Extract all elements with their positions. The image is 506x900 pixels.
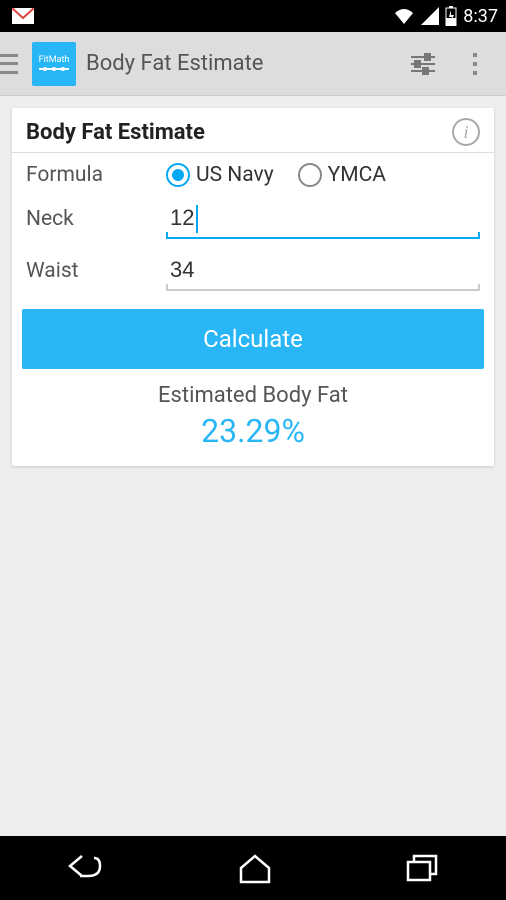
formula-label: Formula: [26, 163, 166, 187]
radio-label: YMCA: [328, 163, 386, 187]
home-button[interactable]: [237, 852, 273, 884]
back-icon: [66, 852, 106, 884]
radio-icon: [166, 163, 190, 187]
waist-label: Waist: [26, 259, 166, 283]
radio-ymca[interactable]: YMCA: [298, 163, 386, 187]
radio-us-navy[interactable]: US Navy: [166, 163, 274, 187]
waist-row: Waist: [12, 241, 494, 293]
home-icon: [237, 852, 273, 884]
waist-input[interactable]: [166, 251, 480, 291]
content-area: Body Fat Estimate i Formula US Navy YMCA…: [0, 96, 506, 478]
calculate-button[interactable]: Calculate: [22, 309, 484, 369]
battery-icon: [445, 6, 457, 26]
settings-sliders-button[interactable]: [402, 43, 444, 85]
back-button[interactable]: [66, 852, 106, 884]
gmail-icon: [12, 8, 34, 24]
sliders-icon: [409, 50, 437, 78]
signal-icon: [421, 7, 439, 25]
info-button[interactable]: i: [452, 118, 480, 146]
recents-icon: [404, 852, 440, 884]
page-title: Body Fat Estimate: [86, 51, 392, 76]
recents-button[interactable]: [404, 852, 440, 884]
neck-label: Neck: [26, 207, 166, 231]
neck-input[interactable]: [166, 199, 480, 239]
app-icon: FitMath: [32, 42, 76, 86]
menu-button[interactable]: [0, 54, 22, 74]
result-value: 23.29%: [12, 412, 494, 450]
body-fat-card: Body Fat Estimate i Formula US Navy YMCA…: [12, 108, 494, 466]
text-cursor: [196, 205, 198, 233]
status-bar: 8:37: [0, 0, 506, 32]
radio-label: US Navy: [196, 163, 274, 187]
more-vert-icon: [471, 51, 479, 77]
card-title: Body Fat Estimate: [26, 120, 205, 145]
overflow-menu-button[interactable]: [454, 43, 496, 85]
status-time: 8:37: [463, 6, 498, 27]
wifi-icon: [393, 7, 415, 25]
action-bar: FitMath Body Fat Estimate: [0, 32, 506, 96]
radio-icon: [298, 163, 322, 187]
nav-bar: [0, 836, 506, 900]
formula-row: Formula US Navy YMCA: [12, 153, 494, 189]
neck-row: Neck: [12, 189, 494, 241]
result-label: Estimated Body Fat: [12, 383, 494, 408]
